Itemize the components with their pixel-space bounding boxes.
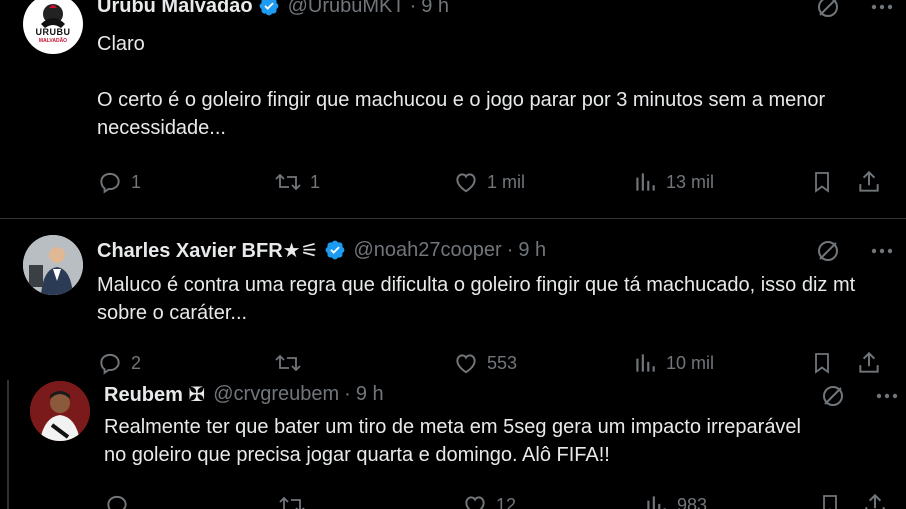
views-icon xyxy=(636,354,655,372)
repost-button[interactable] xyxy=(278,490,314,509)
like-count: 553 xyxy=(487,352,518,373)
avatar-subtext: MALVADÃO xyxy=(38,38,68,44)
separator-dot: · xyxy=(344,382,351,405)
share-icon xyxy=(859,351,879,373)
author-handle[interactable]: @crvgreubem xyxy=(213,383,339,406)
views-button[interactable]: 10 mil xyxy=(632,348,714,378)
more-icon[interactable] xyxy=(876,393,898,399)
views-count: 13 mil xyxy=(666,171,715,192)
like-button[interactable]: 1 mil xyxy=(453,167,525,197)
verified-badge-icon[interactable] xyxy=(324,239,346,261)
avatar[interactable]: URUBU MALVADÃO xyxy=(23,0,83,54)
post-actions: 1 1 1 mil 13 mil xyxy=(0,167,906,197)
reply-button[interactable]: 2 xyxy=(97,348,141,378)
more-icon[interactable] xyxy=(871,4,893,10)
grok-icon[interactable] xyxy=(815,0,841,20)
repost-count: 1 xyxy=(310,171,321,192)
like-icon xyxy=(456,173,476,193)
share-button[interactable] xyxy=(862,490,888,509)
bookmark-button[interactable] xyxy=(810,167,834,197)
avatar-text: URUBU xyxy=(35,27,71,37)
reply-count: 2 xyxy=(131,352,142,373)
post-time[interactable]: 9 h xyxy=(421,0,449,18)
post-actions: 12 983 xyxy=(0,490,906,509)
post-actions: 2 553 10 mil xyxy=(0,348,906,378)
avatar[interactable] xyxy=(30,381,90,441)
post-top-icons xyxy=(815,0,893,20)
avatar[interactable] xyxy=(23,235,83,295)
post-text: Realmente ter que bater um tiro de meta … xyxy=(104,416,807,466)
grok-icon[interactable] xyxy=(820,383,846,409)
profile-photo-icon xyxy=(30,381,90,441)
views-icon xyxy=(636,173,655,191)
separator-dot: · xyxy=(409,0,417,17)
like-count: 1 mil xyxy=(487,171,526,192)
reply-icon xyxy=(100,172,120,194)
share-button[interactable] xyxy=(856,167,882,197)
like-button[interactable]: 553 xyxy=(453,348,517,378)
separator-dot: · xyxy=(506,238,514,261)
reply-button[interactable]: 1 xyxy=(97,167,141,197)
post-text: Maluco é contra uma regra que dificulta … xyxy=(97,274,861,324)
like-icon xyxy=(456,354,476,374)
reply-icon xyxy=(107,495,127,509)
views-icon xyxy=(647,496,666,509)
share-button[interactable] xyxy=(856,348,882,378)
post-header: Urubu Malvadão @UrubuMKT · 9 h xyxy=(97,0,449,21)
grok-icon[interactable] xyxy=(815,238,841,264)
post-time[interactable]: 9 h xyxy=(518,239,546,262)
author-name[interactable]: Reubem ✠ xyxy=(104,382,205,407)
author-name[interactable]: Charles Xavier BFR★⚟ xyxy=(97,238,319,263)
reply-icon xyxy=(100,353,120,375)
like-button[interactable]: 12 xyxy=(462,490,516,509)
bookmark-button[interactable] xyxy=(810,348,834,378)
post-charles[interactable]: Charles Xavier BFR★⚟ @noah27cooper · 9 h… xyxy=(0,219,906,379)
like-icon xyxy=(465,496,485,509)
repost-button[interactable]: 1 xyxy=(274,167,320,197)
post-urubu[interactable]: URUBU MALVADÃO Urubu Malvadão @UrubuMKT … xyxy=(0,0,906,218)
verified-badge-icon[interactable] xyxy=(258,0,280,17)
views-button[interactable]: 13 mil xyxy=(632,167,714,197)
repost-icon xyxy=(279,496,305,509)
more-icon[interactable] xyxy=(871,248,893,254)
repost-icon xyxy=(275,354,301,372)
like-count: 12 xyxy=(496,494,517,509)
post-top-icons xyxy=(820,383,898,409)
bookmark-icon xyxy=(815,172,829,193)
bookmark-button[interactable] xyxy=(818,490,842,509)
author-handle[interactable]: @noah27cooper xyxy=(354,239,502,262)
author-name[interactable]: Urubu Malvadão xyxy=(97,0,253,18)
share-icon xyxy=(859,170,879,192)
reply-button[interactable] xyxy=(104,490,138,509)
post-header: Charles Xavier BFR★⚟ @noah27cooper · 9 h xyxy=(97,235,546,265)
reply-count: 1 xyxy=(131,171,142,192)
post-text: Claro O certo é o goleiro fingir que mac… xyxy=(97,33,826,139)
profile-photo-icon xyxy=(23,235,83,295)
bookmark-icon xyxy=(815,353,829,374)
post-time[interactable]: 9 h xyxy=(356,383,384,406)
views-count: 10 mil xyxy=(666,352,715,373)
share-icon xyxy=(865,493,885,509)
views-button[interactable]: 983 xyxy=(643,490,707,509)
author-handle[interactable]: @UrubuMKT xyxy=(288,0,405,18)
post-reubem[interactable]: Reubem ✠ @crvgreubem · 9 h Realmente ter… xyxy=(0,379,906,509)
post-header: Reubem ✠ @crvgreubem · 9 h xyxy=(104,379,384,409)
repost-button[interactable] xyxy=(274,348,310,378)
views-count: 983 xyxy=(677,494,708,509)
bookmark-icon xyxy=(823,495,837,509)
repost-icon xyxy=(275,173,301,191)
post-top-icons xyxy=(815,238,893,264)
